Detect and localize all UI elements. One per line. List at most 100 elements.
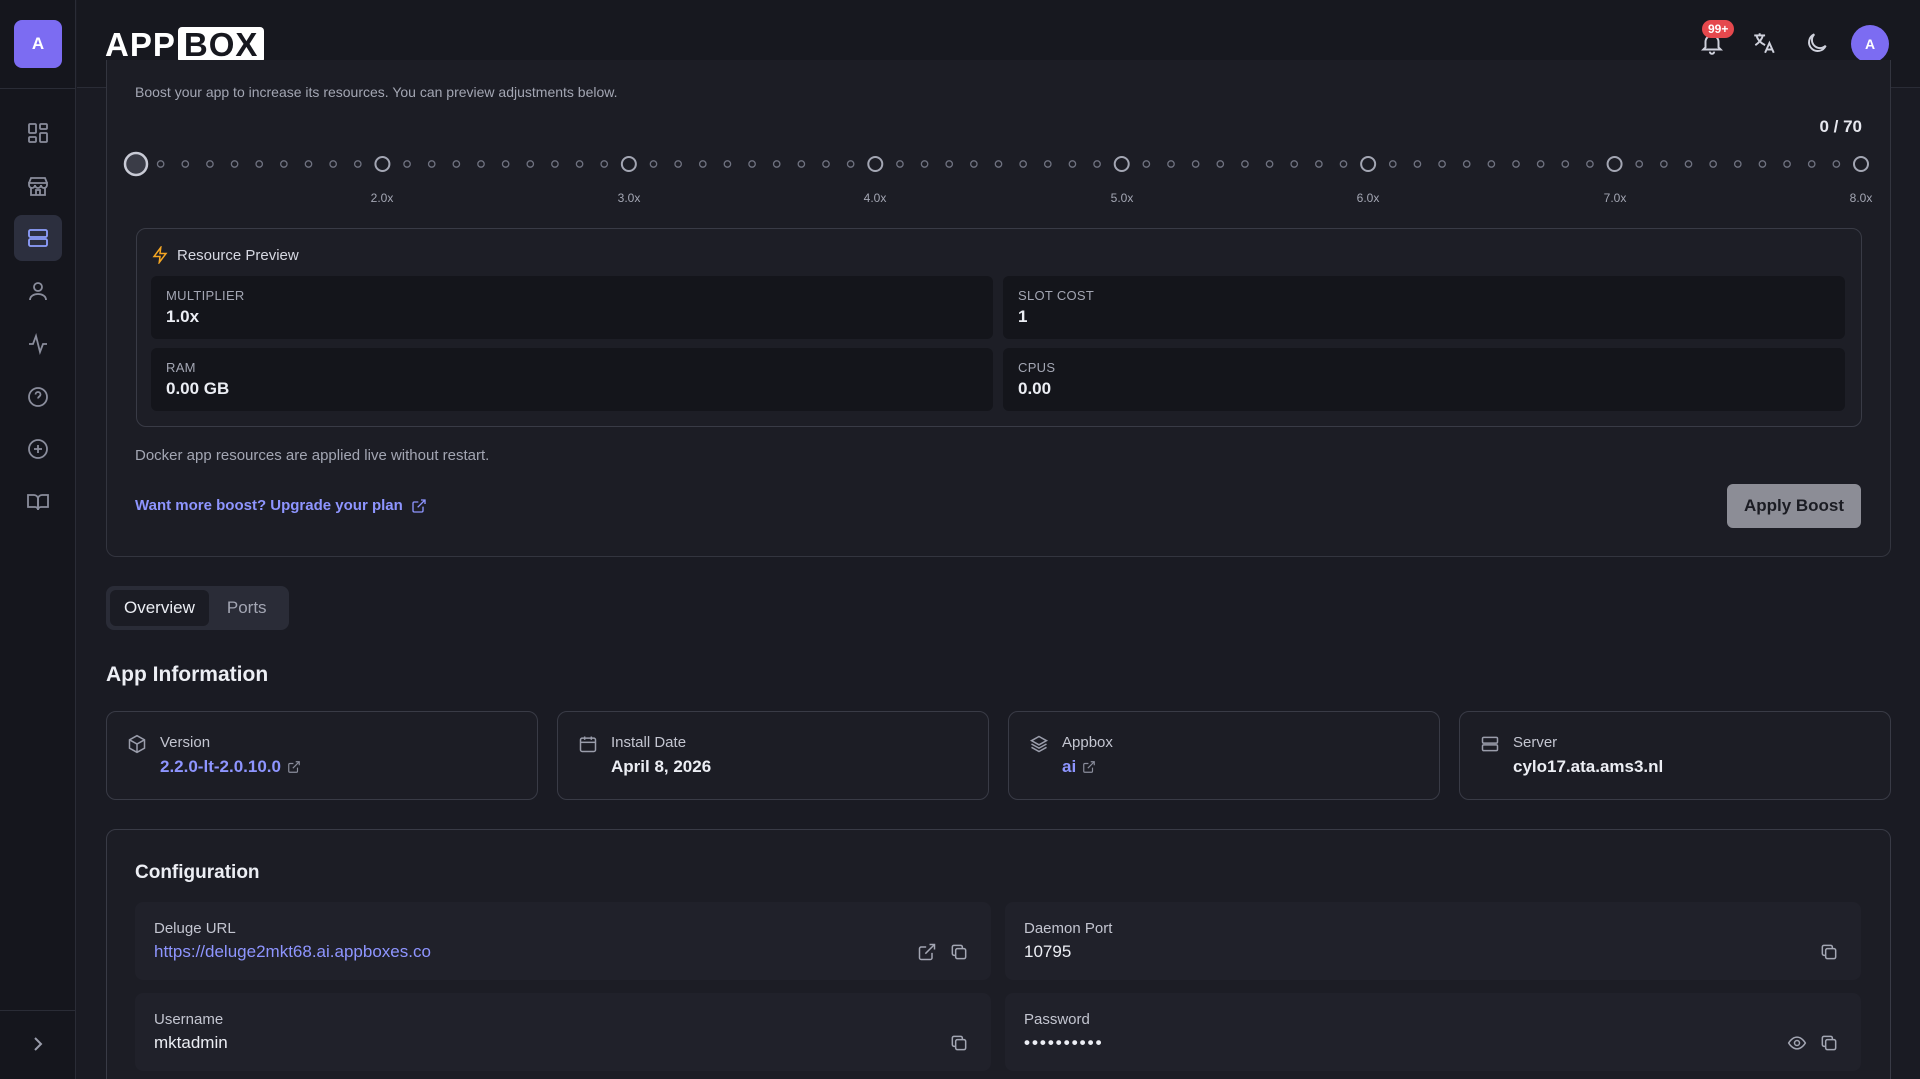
bolt-icon xyxy=(152,246,168,264)
config-field-username: Username mktadmin xyxy=(135,993,991,1071)
info-label: Server xyxy=(1513,734,1558,751)
info-card-version: Version 2.2.0-lt-2.0.10.0 xyxy=(106,711,538,800)
stat-value: 1 xyxy=(1018,307,1028,326)
copy-icon[interactable] xyxy=(949,1033,969,1053)
config-label: Password xyxy=(1024,1011,1090,1028)
info-label: Appbox xyxy=(1062,734,1113,751)
calendar-icon xyxy=(579,736,597,753)
translate-icon[interactable] xyxy=(1751,30,1777,56)
upgrade-plan-label: Want more boost? Upgrade your plan xyxy=(135,497,403,514)
stat-cpus: CPUS 0.00 xyxy=(1003,348,1845,411)
info-card-appbox: Appbox ai xyxy=(1008,711,1440,800)
tab-overview[interactable]: Overview xyxy=(110,590,209,626)
brand-logo[interactable]: APP BOX xyxy=(105,26,265,64)
copy-icon[interactable] xyxy=(949,942,969,962)
external-link-icon[interactable] xyxy=(917,942,937,962)
sidebar-bottom-divider xyxy=(0,1010,76,1011)
upgrade-plan-link[interactable]: Want more boost? Upgrade your plan xyxy=(135,497,427,514)
slider-tick-label: 5.0x xyxy=(1110,191,1134,205)
server-icon xyxy=(1481,736,1499,752)
stat-label: MULTIPLIER xyxy=(166,288,245,303)
password-value: •••••••••• xyxy=(1024,1033,1104,1052)
configuration-title: Configuration xyxy=(135,862,260,883)
slider-tick-label: 8.0x xyxy=(1849,191,1873,205)
external-link-icon xyxy=(412,498,426,513)
help-circle-icon xyxy=(28,387,48,407)
sidebar-item-help[interactable] xyxy=(14,374,62,420)
config-label: Daemon Port xyxy=(1024,920,1113,937)
stat-ram: RAM 0.00 GB xyxy=(151,348,993,411)
sidebar-item-account[interactable] xyxy=(14,268,62,314)
app-information-title: App Information xyxy=(106,663,269,686)
docker-note: Docker app resources are applied live wi… xyxy=(135,447,490,464)
info-label: Version xyxy=(160,734,211,751)
resource-preview-title: Resource Preview xyxy=(151,246,299,264)
external-link-icon xyxy=(288,761,300,773)
store-icon xyxy=(28,177,48,196)
moon-icon[interactable] xyxy=(1804,30,1830,56)
config-field-deluge-url: Deluge URL https://deluge2mkt68.ai.appbo… xyxy=(135,902,991,980)
install-date-value: April 8, 2026 xyxy=(611,757,712,776)
book-icon xyxy=(27,494,49,511)
user-avatar[interactable]: A xyxy=(1851,25,1889,63)
user-icon xyxy=(29,282,47,301)
copy-icon[interactable] xyxy=(1819,942,1839,962)
deluge-url-link[interactable]: https://deluge2mkt68.ai.appboxes.co xyxy=(154,942,431,962)
sidebar-item-apps[interactable] xyxy=(14,215,62,261)
workspace-avatar[interactable]: A xyxy=(14,20,62,68)
sidebar: A xyxy=(0,0,76,1079)
info-card-install-date: Install Date April 8, 2026 xyxy=(557,711,989,800)
plus-circle-icon xyxy=(28,439,48,459)
stat-multiplier: MULTIPLIER 1.0x xyxy=(151,276,993,339)
notification-badge: 99+ xyxy=(1702,20,1735,38)
config-label: Deluge URL xyxy=(154,920,236,937)
eye-icon[interactable] xyxy=(1787,1033,1807,1053)
package-icon xyxy=(128,734,146,754)
copy-icon[interactable] xyxy=(1819,1033,1839,1053)
daemon-port-value: 10795 xyxy=(1024,942,1072,961)
version-value: 2.2.0-lt-2.0.10.0 xyxy=(160,757,281,776)
appbox-value: ai xyxy=(1062,757,1077,776)
sidebar-item-activity[interactable] xyxy=(14,321,62,367)
stat-value: 0.00 xyxy=(1018,379,1052,398)
info-card-server: Server cylo17.ata.ams3.nl xyxy=(1459,711,1891,800)
stat-value: 1.0x xyxy=(166,307,200,326)
stat-value: 0.00 GB xyxy=(166,379,230,398)
username-value: mktadmin xyxy=(154,1033,228,1052)
stat-slot-cost: SLOT COST 1 xyxy=(1003,276,1845,339)
slider-tick-label: 2.0x xyxy=(370,191,394,205)
appbox-link[interactable]: ai xyxy=(1062,757,1096,777)
tab-ports[interactable]: Ports xyxy=(213,590,281,626)
version-link[interactable]: 2.2.0-lt-2.0.10.0 xyxy=(160,757,301,777)
config-field-daemon-port: Daemon Port 10795 xyxy=(1005,902,1861,980)
resource-preview-label: Resource Preview xyxy=(177,246,299,264)
apply-boost-button[interactable]: Apply Boost xyxy=(1727,484,1861,528)
sidebar-item-add[interactable] xyxy=(14,426,62,472)
chevron-right-icon[interactable] xyxy=(26,1032,50,1056)
sidebar-item-dashboard[interactable] xyxy=(14,110,62,156)
info-label: Install Date xyxy=(611,734,687,751)
server-value: cylo17.ata.ams3.nl xyxy=(1513,757,1664,776)
boost-intro-text: Boost your app to increase its resources… xyxy=(135,84,618,100)
slider-tick-label: 7.0x xyxy=(1603,191,1627,205)
tab-bar: Overview Ports xyxy=(106,586,289,630)
sidebar-item-store[interactable] xyxy=(14,163,62,209)
slider-tick-label: 4.0x xyxy=(863,191,887,205)
config-label: Username xyxy=(154,1011,224,1028)
brand-logo-right: BOX xyxy=(177,27,265,63)
sidebar-divider xyxy=(0,88,76,89)
server-icon xyxy=(28,229,48,247)
boost-count: 0 / 70 xyxy=(1819,117,1862,136)
stat-label: SLOT COST xyxy=(1018,288,1095,303)
activity-icon xyxy=(29,332,47,356)
grid-icon xyxy=(28,123,48,143)
external-link-icon xyxy=(1083,761,1096,773)
stat-label: RAM xyxy=(166,360,196,375)
slider-tick-label: 6.0x xyxy=(1356,191,1380,205)
stat-label: CPUS xyxy=(1018,360,1056,375)
slider-tick-label: 3.0x xyxy=(617,191,641,205)
sidebar-item-docs[interactable] xyxy=(14,479,62,525)
boost-slider-track[interactable] xyxy=(120,148,1872,180)
config-field-password: Password •••••••••• xyxy=(1005,993,1861,1071)
layers-icon xyxy=(1029,735,1049,753)
